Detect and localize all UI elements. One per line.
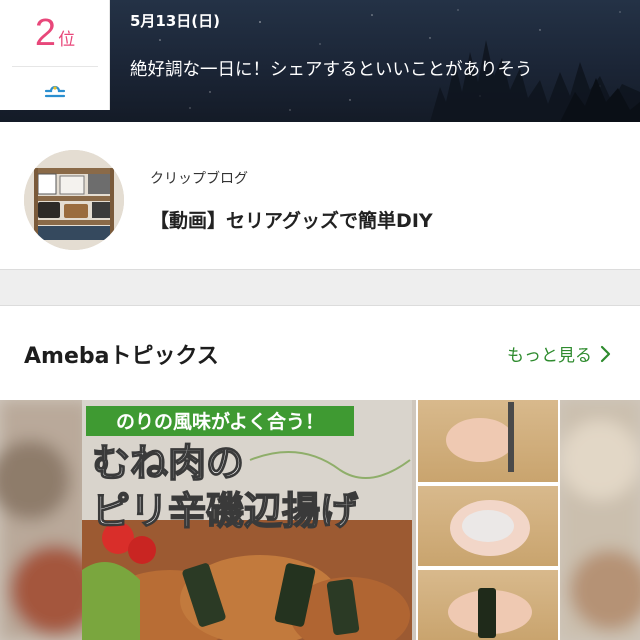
clip-blog-thumbnail bbox=[24, 150, 124, 250]
rank-display: 2位 bbox=[0, 12, 110, 55]
rank-number: 2 bbox=[34, 12, 57, 54]
rank-divider bbox=[12, 66, 98, 67]
horoscope-message: 絶好調な一日に！シェアするといいことがありそう bbox=[130, 60, 533, 80]
banner-line2: ピリ辛磯辺揚げ bbox=[92, 489, 358, 533]
more-link-label: もっと見る bbox=[507, 346, 592, 366]
clip-blog-label: クリップブログ bbox=[150, 171, 248, 187]
topics-title: Amebaトピックス bbox=[24, 344, 219, 369]
banner-tag: のりの風味がよく合う！ bbox=[116, 410, 324, 433]
horoscope-date: 5月13日(日) bbox=[130, 12, 221, 30]
horoscope-banner[interactable]: 2位 5月13日(日) 絶好調な一日に！シェアするといいことがありそう bbox=[0, 0, 640, 122]
topics-header: Amebaトピックス もっと見る bbox=[0, 306, 640, 400]
rank-card: 2位 bbox=[0, 0, 110, 110]
clip-blog-title[interactable]: 【動画】セリアグッズで簡単DIY bbox=[150, 206, 433, 233]
chevron-right-icon bbox=[600, 345, 611, 362]
clip-blog-card[interactable]: クリップブログ 【動画】セリアグッズで簡単DIY bbox=[0, 122, 640, 270]
banner-line1: むね肉の bbox=[92, 441, 244, 485]
libra-icon bbox=[44, 85, 66, 98]
section-divider bbox=[0, 270, 640, 306]
rank-unit: 位 bbox=[58, 30, 76, 50]
topic-banner-image[interactable]: のりの風味がよく合う！ むね肉の ピリ辛磯辺揚げ bbox=[0, 400, 640, 640]
more-link[interactable]: もっと見る bbox=[507, 341, 612, 366]
